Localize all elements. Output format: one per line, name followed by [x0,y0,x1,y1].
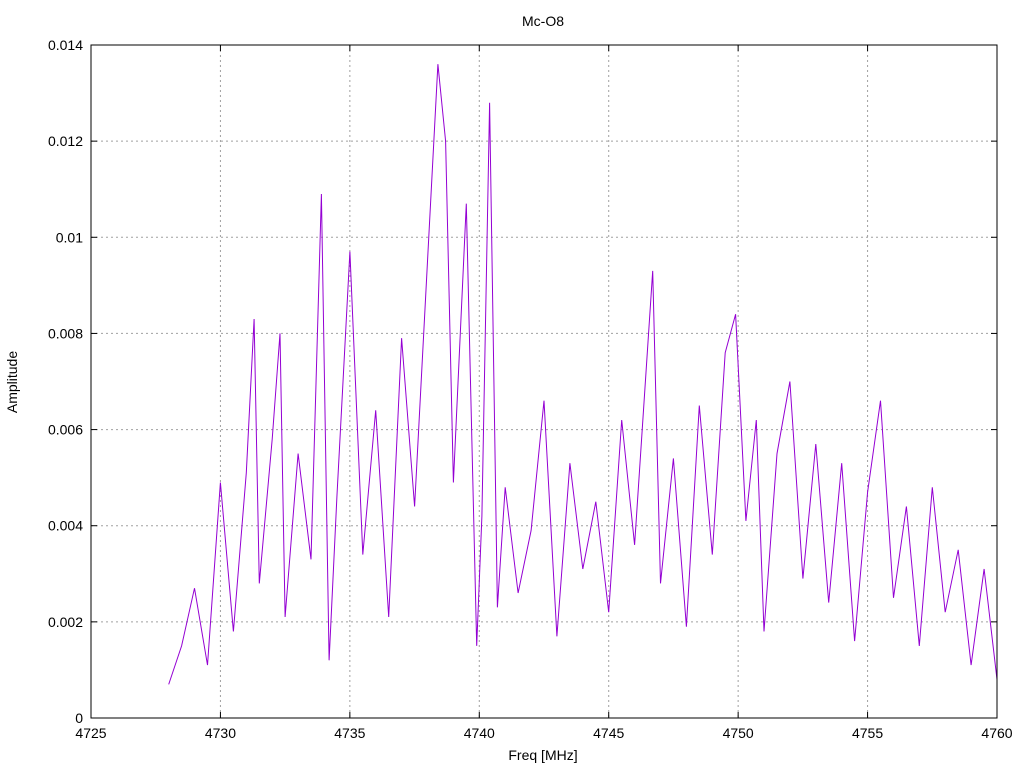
x-tick-label: 4750 [723,725,754,741]
y-tick-label: 0.002 [48,614,83,630]
x-tick-label: 4755 [852,725,883,741]
x-tick-label: 4740 [464,725,495,741]
chart-title: Mc-O8 [522,13,564,29]
y-tick-label: 0.012 [48,133,83,149]
axis-ticks [90,44,998,719]
y-tick-label: 0.004 [48,518,83,534]
y-tick-label: 0 [75,710,83,726]
chart: Mc-O8 4725 4730 4735 4740 4745 4750 4755 4760 0… [4,13,1013,763]
series-line [168,64,998,685]
x-tick-label: 4745 [593,725,624,741]
x-tick-label: 4735 [334,725,365,741]
y-tick-label: 0.006 [48,422,83,438]
plot-frame [90,44,998,719]
y-tick-labels: 0 0.002 0.004 0.006 0.008 0.01 0.012 0.014 [48,37,83,726]
x-tick-label: 4725 [75,725,106,741]
y-tick-label: 0.008 [48,325,83,341]
amplitude-line [168,64,998,685]
x-tick-label: 4730 [205,725,236,741]
y-tick-label: 0.014 [48,37,83,53]
x-tick-labels: 4725 4730 4735 4740 4745 4750 4755 4760 [75,725,1012,741]
x-axis-label: Freq [MHz] [508,747,577,763]
y-axis-label: Amplitude [4,351,20,413]
x-tick-label: 4760 [981,725,1012,741]
grid [91,45,997,718]
y-tick-label: 0.01 [56,229,83,245]
